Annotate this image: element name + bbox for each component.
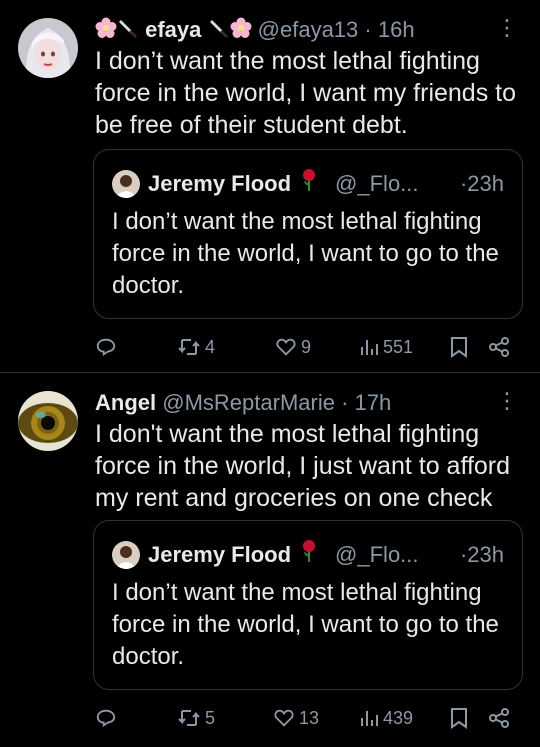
quoted-timestamp: ·23h [460, 540, 504, 570]
share-button[interactable] [488, 332, 510, 362]
tweet-header: efaya @efaya13 · 16h [95, 16, 500, 46]
like-count: 13 [299, 707, 320, 728]
tweet-text: I don't want the most lethal fighting fo… [95, 420, 511, 512]
like-icon [273, 707, 295, 729]
quoted-display-name[interactable]: Jeremy Flood [148, 169, 291, 199]
view-count: 439 [383, 707, 414, 728]
quoted-timestamp: ·23h [460, 169, 504, 199]
separator: · [364, 17, 372, 42]
quoted-tweet[interactable]: Jeremy Flood @_Flo... ·23h I don’t want … [93, 520, 523, 690]
bookmark-icon [449, 707, 469, 729]
flower-emoji [95, 17, 117, 46]
views-icon [359, 708, 379, 728]
timestamp[interactable]: 17h [355, 390, 392, 415]
retweet-count: 5 [205, 707, 216, 728]
reply-button[interactable] [95, 703, 121, 733]
knife-emoji [208, 17, 230, 46]
avatar-efaya[interactable] [18, 18, 78, 78]
rose-emoji [299, 168, 319, 200]
tweet-text: I don’t want the most lethal fighting fo… [95, 47, 517, 139]
like-button[interactable]: 9 [275, 332, 311, 362]
tweet-header: Angel @MsReptarMarie · 17h [95, 389, 500, 417]
display-name[interactable]: Angel [95, 390, 156, 415]
knife-emoji [117, 17, 139, 46]
timestamp[interactable]: 16h [378, 17, 415, 42]
display-name[interactable]: efaya [145, 17, 201, 42]
reply-icon [95, 336, 117, 358]
avatar-jeremy-flood [112, 170, 140, 198]
action-bar: 5 13 439 [95, 703, 520, 733]
share-icon [488, 336, 510, 358]
view-count: 551 [383, 336, 414, 357]
flower-emoji [230, 17, 252, 46]
user-handle[interactable]: @MsReptarMarie [162, 390, 335, 415]
views-icon [359, 337, 379, 357]
like-count: 9 [301, 336, 312, 357]
like-button[interactable]: 13 [273, 703, 319, 733]
quoted-time: 23h [467, 171, 504, 196]
retweet-icon [177, 707, 201, 729]
share-icon [488, 707, 510, 729]
quoted-handle[interactable]: @_Flo... [335, 169, 418, 199]
separator: · [341, 390, 349, 415]
avatar-angel[interactable] [18, 391, 78, 451]
retweet-count: 4 [205, 336, 216, 357]
tweet-1[interactable]: efaya @efaya13 · 16h ⋮ I don’t want the … [0, 0, 540, 373]
tweet-2[interactable]: Angel @MsReptarMarie · 17h ⋮ I don't wan… [0, 373, 540, 747]
rose-emoji [299, 539, 319, 571]
quoted-display-name[interactable]: Jeremy Flood [148, 540, 291, 570]
bookmark-button[interactable] [449, 332, 469, 362]
views-button[interactable]: 439 [359, 703, 413, 733]
bookmark-icon [449, 336, 469, 358]
quoted-tweet-text: I don’t want the most lethal fighting fo… [112, 208, 499, 299]
quoted-tweet-header: Jeremy Flood @_Flo... ·23h [112, 168, 504, 200]
action-bar: 4 9 551 [95, 332, 520, 362]
avatar-jeremy-flood [112, 541, 140, 569]
quoted-tweet[interactable]: Jeremy Flood @_Flo... ·23h I don’t want … [93, 149, 523, 319]
retweet-icon [177, 336, 201, 358]
retweet-button[interactable]: 5 [177, 703, 215, 733]
quoted-handle[interactable]: @_Flo... [335, 540, 418, 570]
quoted-tweet-header: Jeremy Flood @_Flo... ·23h [112, 539, 504, 571]
more-options-icon[interactable]: ⋮ [496, 390, 518, 412]
quoted-tweet-text: I don’t want the most lethal fighting fo… [112, 579, 499, 670]
views-button[interactable]: 551 [359, 332, 413, 362]
quoted-time: 23h [467, 542, 504, 567]
bookmark-button[interactable] [449, 703, 469, 733]
share-button[interactable] [488, 703, 510, 733]
reply-icon [95, 707, 117, 729]
more-options-icon[interactable]: ⋮ [496, 17, 518, 39]
like-icon [275, 336, 297, 358]
user-handle[interactable]: @efaya13 [258, 17, 359, 42]
reply-button[interactable] [95, 332, 121, 362]
retweet-button[interactable]: 4 [177, 332, 215, 362]
